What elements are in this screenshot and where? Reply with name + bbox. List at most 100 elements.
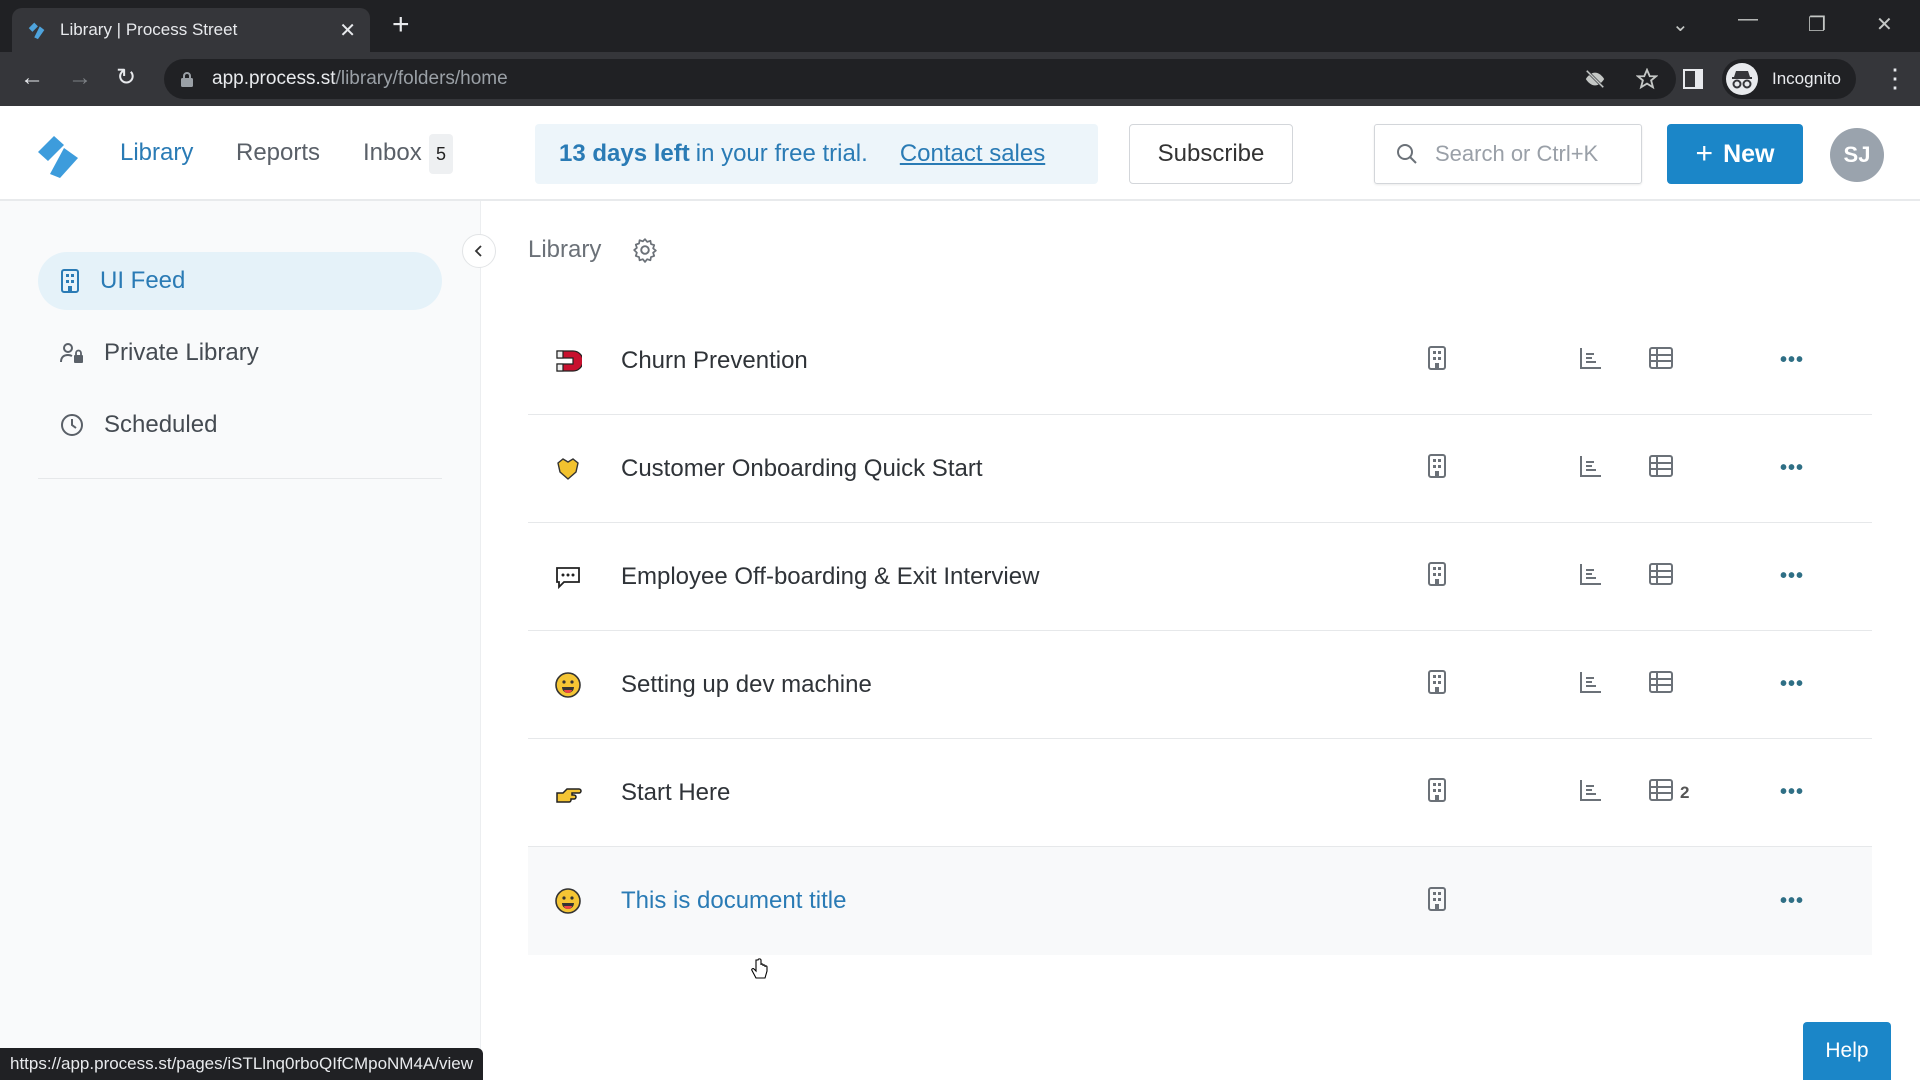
side-panel-icon[interactable]	[1682, 68, 1704, 90]
table-icon[interactable]	[1648, 346, 1674, 375]
inbox-count-badge: 5	[429, 134, 453, 174]
row-title[interactable]: Employee Off-boarding & Exit Interview	[621, 563, 1039, 591]
more-options-icon[interactable]: •••	[1780, 890, 1804, 913]
contact-sales-link[interactable]: Contact sales	[900, 140, 1045, 168]
process-street-favicon	[28, 22, 45, 40]
building-icon[interactable]	[1427, 454, 1447, 483]
url-path: /library/folders/home	[335, 68, 508, 89]
smiley-icon	[554, 671, 582, 699]
table-icon[interactable]	[1648, 562, 1674, 591]
pointing-hand-icon	[554, 779, 582, 807]
chevron-left-icon	[474, 245, 482, 257]
tab-search-chevron-icon[interactable]: ⌄	[1672, 12, 1689, 37]
browser-tab[interactable]: Library | Process Street ✕	[12, 8, 370, 52]
reports-icon[interactable]	[1579, 562, 1603, 591]
new-button-label: New	[1723, 139, 1775, 168]
breadcrumb-library[interactable]: Library	[528, 236, 601, 264]
row-title[interactable]: Setting up dev machine	[621, 671, 872, 699]
sidebar-item-label: UI Feed	[100, 267, 186, 294]
gear-icon[interactable]	[632, 237, 658, 263]
building-icon[interactable]	[1427, 562, 1447, 591]
user-lock-icon	[60, 343, 83, 363]
row-title[interactable]: Customer Onboarding Quick Start	[621, 455, 983, 483]
plus-icon: +	[1695, 137, 1714, 170]
building-icon[interactable]	[1427, 346, 1447, 375]
sidebar-item-label: Private Library	[104, 339, 259, 366]
trial-days-left: 13 days left	[559, 140, 690, 167]
address-bar[interactable]: app.process.st/library/folders/home	[164, 59, 1676, 99]
sidebar-item-ui-feed[interactable]: UI Feed	[38, 252, 442, 310]
building-icon	[61, 269, 79, 293]
help-button[interactable]: Help	[1803, 1022, 1891, 1080]
window-close-icon[interactable]: ✕	[1876, 12, 1893, 37]
browser-tab-strip: Library | Process Street ✕ + ⌄ — ❐ ✕	[0, 0, 1920, 52]
incognito-profile-button[interactable]: Incognito	[1722, 59, 1856, 99]
search-input[interactable]	[1435, 141, 1625, 167]
smiley-icon	[554, 887, 582, 915]
sidebar-item-private-library[interactable]: Private Library	[38, 324, 442, 382]
sidebar-divider	[38, 478, 442, 479]
user-avatar[interactable]: SJ	[1830, 128, 1884, 182]
nav-inbox[interactable]: Inbox	[363, 139, 422, 167]
building-icon[interactable]	[1427, 886, 1447, 916]
table-icon[interactable]	[1648, 670, 1674, 699]
process-street-logo[interactable]	[34, 130, 84, 180]
lock-icon	[181, 72, 193, 87]
sidebar-item-scheduled[interactable]: Scheduled	[38, 396, 442, 454]
reports-icon[interactable]	[1579, 778, 1603, 807]
table-count: 2	[1680, 782, 1690, 802]
building-icon[interactable]	[1427, 778, 1447, 807]
reports-icon[interactable]	[1579, 346, 1603, 375]
trial-banner: 13 days left in your free trial. Contact…	[535, 124, 1098, 184]
close-tab-icon[interactable]: ✕	[339, 18, 356, 43]
magnet-icon	[554, 347, 584, 375]
reload-icon[interactable]: ↻	[116, 66, 136, 90]
building-icon[interactable]	[1427, 670, 1447, 699]
library-row[interactable]: Customer Onboarding Quick Start •••	[528, 415, 1872, 523]
forward-arrow-icon[interactable]: →	[68, 66, 92, 90]
more-options-icon[interactable]: •••	[1780, 673, 1804, 696]
speech-bubble-icon	[554, 563, 582, 591]
library-row[interactable]: This is document title •••	[528, 847, 1872, 955]
subscribe-button[interactable]: Subscribe	[1129, 124, 1293, 184]
shield-heart-icon	[554, 455, 582, 483]
nav-reports[interactable]: Reports	[236, 139, 320, 167]
eye-slash-icon[interactable]	[1584, 68, 1606, 90]
link-preview-status: https://app.process.st/pages/iSTLlnq0rbo…	[0, 1048, 483, 1080]
library-row[interactable]: Setting up dev machine •••	[528, 631, 1872, 739]
row-title[interactable]: Churn Prevention	[621, 347, 808, 375]
nav-library[interactable]: Library	[120, 139, 193, 167]
url-host: app.process.st	[212, 68, 336, 89]
collapse-sidebar-button[interactable]	[462, 234, 496, 268]
reports-icon[interactable]	[1579, 670, 1603, 699]
url-text: app.process.st/library/folders/home	[212, 68, 508, 90]
minimize-icon[interactable]: —	[1738, 8, 1758, 31]
browser-menu-kebab-icon[interactable]: ⋮	[1882, 65, 1908, 91]
more-options-icon[interactable]: •••	[1780, 349, 1804, 372]
incognito-icon	[1726, 63, 1758, 95]
more-options-icon[interactable]: •••	[1780, 457, 1804, 480]
restore-icon[interactable]: ❐	[1808, 12, 1826, 37]
back-arrow-icon[interactable]: ←	[20, 66, 44, 90]
library-list: Churn Prevention ••• Customer Onboarding Q…	[528, 307, 1872, 955]
sidebar-item-label: Scheduled	[104, 411, 218, 438]
search-icon	[1397, 144, 1417, 164]
incognito-label: Incognito	[1772, 69, 1841, 88]
row-title[interactable]: This is document title	[621, 887, 846, 915]
library-row[interactable]: Start Here 2 •••	[528, 739, 1872, 847]
clock-icon	[61, 414, 83, 436]
row-title[interactable]: Start Here	[621, 779, 730, 807]
more-options-icon[interactable]: •••	[1780, 565, 1804, 588]
table-icon[interactable]	[1648, 778, 1674, 807]
table-icon[interactable]	[1648, 454, 1674, 483]
library-row[interactable]: Churn Prevention •••	[528, 307, 1872, 415]
new-tab-plus-icon[interactable]: +	[392, 10, 410, 40]
reports-icon[interactable]	[1579, 454, 1603, 483]
tab-title: Library | Process Street	[60, 20, 238, 39]
library-row[interactable]: Employee Off-boarding & Exit Interview ••…	[528, 523, 1872, 631]
bookmark-star-icon[interactable]	[1636, 68, 1658, 90]
more-options-icon[interactable]: •••	[1780, 781, 1804, 804]
search-box[interactable]	[1374, 124, 1642, 184]
new-button[interactable]: + New	[1667, 124, 1803, 184]
trial-text: in your free trial.	[695, 140, 868, 167]
